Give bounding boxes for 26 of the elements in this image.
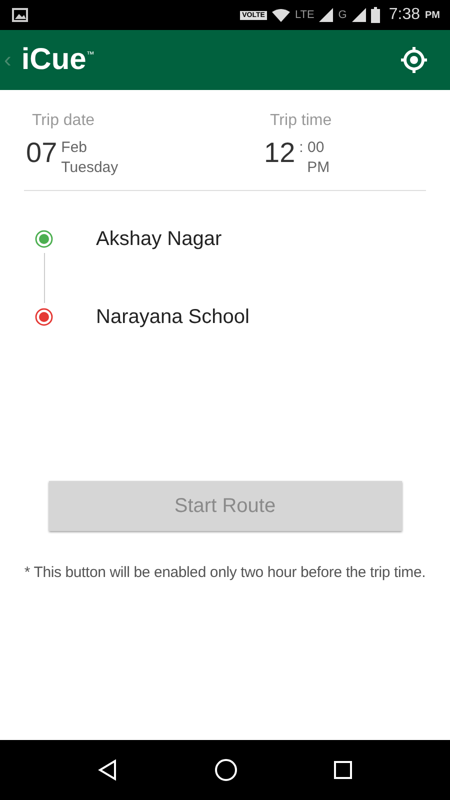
network-label: LTE [294, 9, 314, 21]
trip-time-label: Trip time [270, 112, 332, 130]
trip-day: 07 [26, 138, 58, 178]
clock-time: 7:38 [388, 6, 420, 24]
back-button[interactable]: ‹ [4, 47, 12, 73]
trip-weekday: Tuesday [61, 158, 118, 178]
app-logo: iCue [21, 43, 86, 77]
wifi-icon [272, 8, 290, 22]
trip-meridiem: PM [307, 158, 330, 178]
trip-minute: : 00 [299, 138, 326, 158]
trip-hour: 12 [264, 138, 296, 170]
trip-month: Feb [61, 138, 88, 158]
battery-icon [370, 7, 380, 23]
image-icon [12, 8, 28, 22]
note-text: * This button will be enabled only two hour before the trip time. [23, 563, 427, 583]
clock-meridiem: PM [425, 10, 440, 20]
stop-name: Narayana School [96, 306, 250, 328]
stop-name: Akshay Nagar [96, 228, 222, 250]
network-label: G [338, 9, 347, 21]
signal-icon [319, 8, 334, 22]
trademark-mark: ™ [86, 50, 94, 59]
location-icon[interactable] [400, 46, 428, 74]
recents-icon[interactable] [332, 760, 353, 780]
home-icon[interactable] [214, 758, 238, 782]
trip-date-label: Trip date [32, 112, 96, 130]
signal-icon [352, 8, 366, 22]
